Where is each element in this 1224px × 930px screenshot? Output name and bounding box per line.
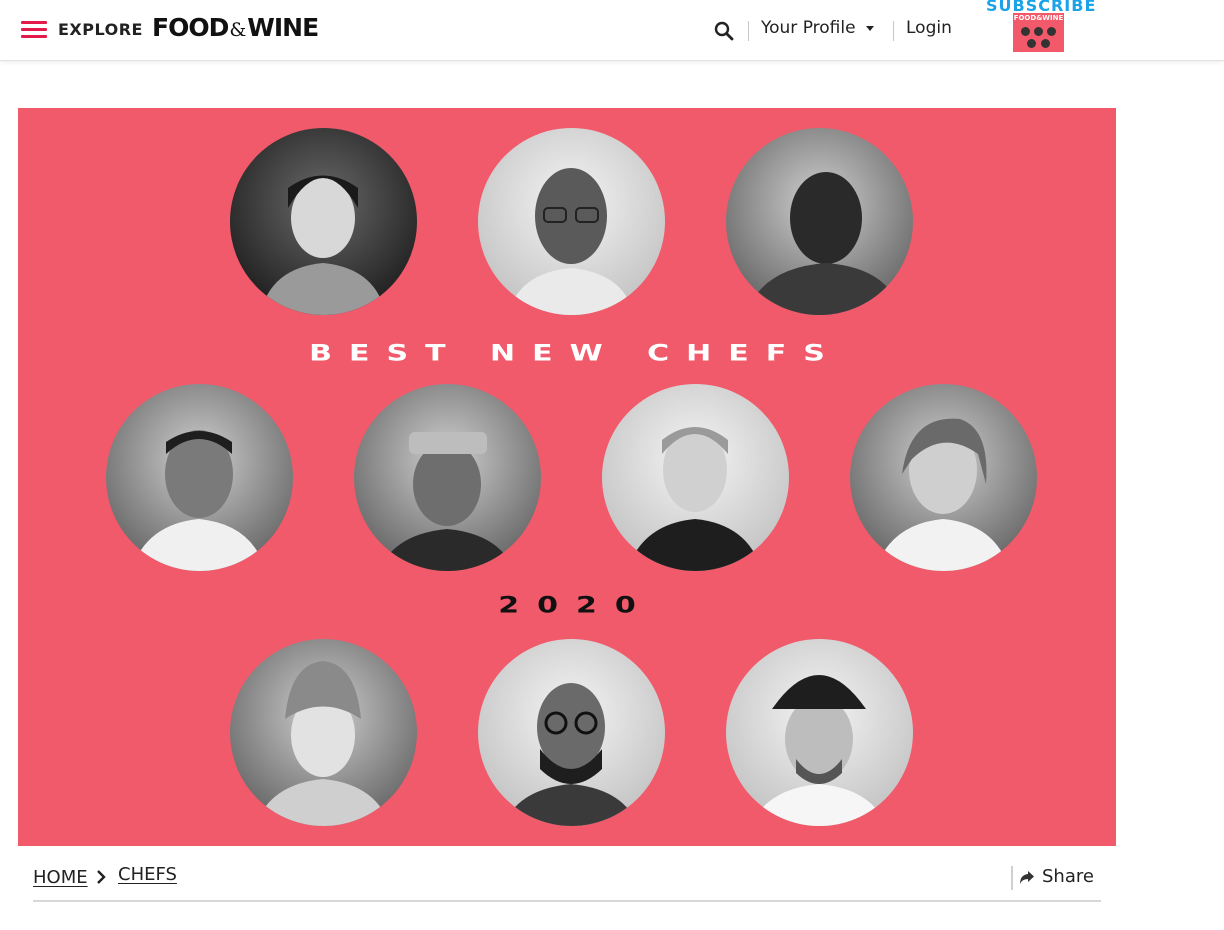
chef-portrait bbox=[478, 639, 665, 826]
breadcrumb-home-link[interactable]: HOME bbox=[33, 867, 88, 888]
chef-portrait bbox=[478, 128, 665, 315]
magazine-cover-title: FOOD&WINE bbox=[1013, 14, 1064, 22]
chef-portrait bbox=[106, 384, 293, 571]
chevron-right-icon bbox=[93, 869, 109, 885]
header-divider bbox=[748, 21, 749, 41]
hamburger-menu-icon[interactable] bbox=[21, 21, 47, 39]
hero-headline: BEST NEW CHEFS bbox=[309, 340, 842, 367]
logo-food: FOOD bbox=[152, 13, 229, 42]
breadcrumb-chefs-link[interactable]: CHEFS bbox=[118, 864, 177, 885]
share-label: Share bbox=[1042, 866, 1094, 887]
explore-button[interactable]: EXPLORE bbox=[58, 20, 143, 39]
chef-portrait bbox=[726, 639, 913, 826]
site-header: EXPLORE FOOD&WINE Your Profile Login SUB… bbox=[0, 0, 1224, 61]
chef-portrait bbox=[726, 128, 913, 315]
login-link[interactable]: Login bbox=[906, 18, 952, 38]
hero-image-best-new-chefs: BEST NEW CHEFS 2020 bbox=[18, 108, 1116, 846]
logo-wine: WINE bbox=[247, 13, 319, 42]
chef-portrait bbox=[230, 639, 417, 826]
chef-portrait bbox=[602, 384, 789, 571]
chef-portrait bbox=[850, 384, 1037, 571]
your-profile-dropdown[interactable]: Your Profile bbox=[761, 18, 874, 38]
logo-ampersand: & bbox=[229, 19, 247, 41]
caret-down-icon bbox=[865, 25, 874, 31]
share-arrow-icon bbox=[1019, 869, 1035, 885]
magazine-cover-thumbnail[interactable]: FOOD&WINE bbox=[1013, 13, 1064, 52]
search-icon[interactable] bbox=[712, 19, 736, 43]
header-divider bbox=[893, 21, 894, 41]
chef-portrait bbox=[354, 384, 541, 571]
share-divider bbox=[1011, 866, 1013, 890]
divider-rule bbox=[33, 900, 1101, 902]
hero-year: 2020 bbox=[498, 592, 654, 619]
site-logo[interactable]: FOOD&WINE bbox=[152, 12, 319, 44]
chef-portrait bbox=[230, 128, 417, 315]
profile-label: Your Profile bbox=[761, 18, 856, 38]
